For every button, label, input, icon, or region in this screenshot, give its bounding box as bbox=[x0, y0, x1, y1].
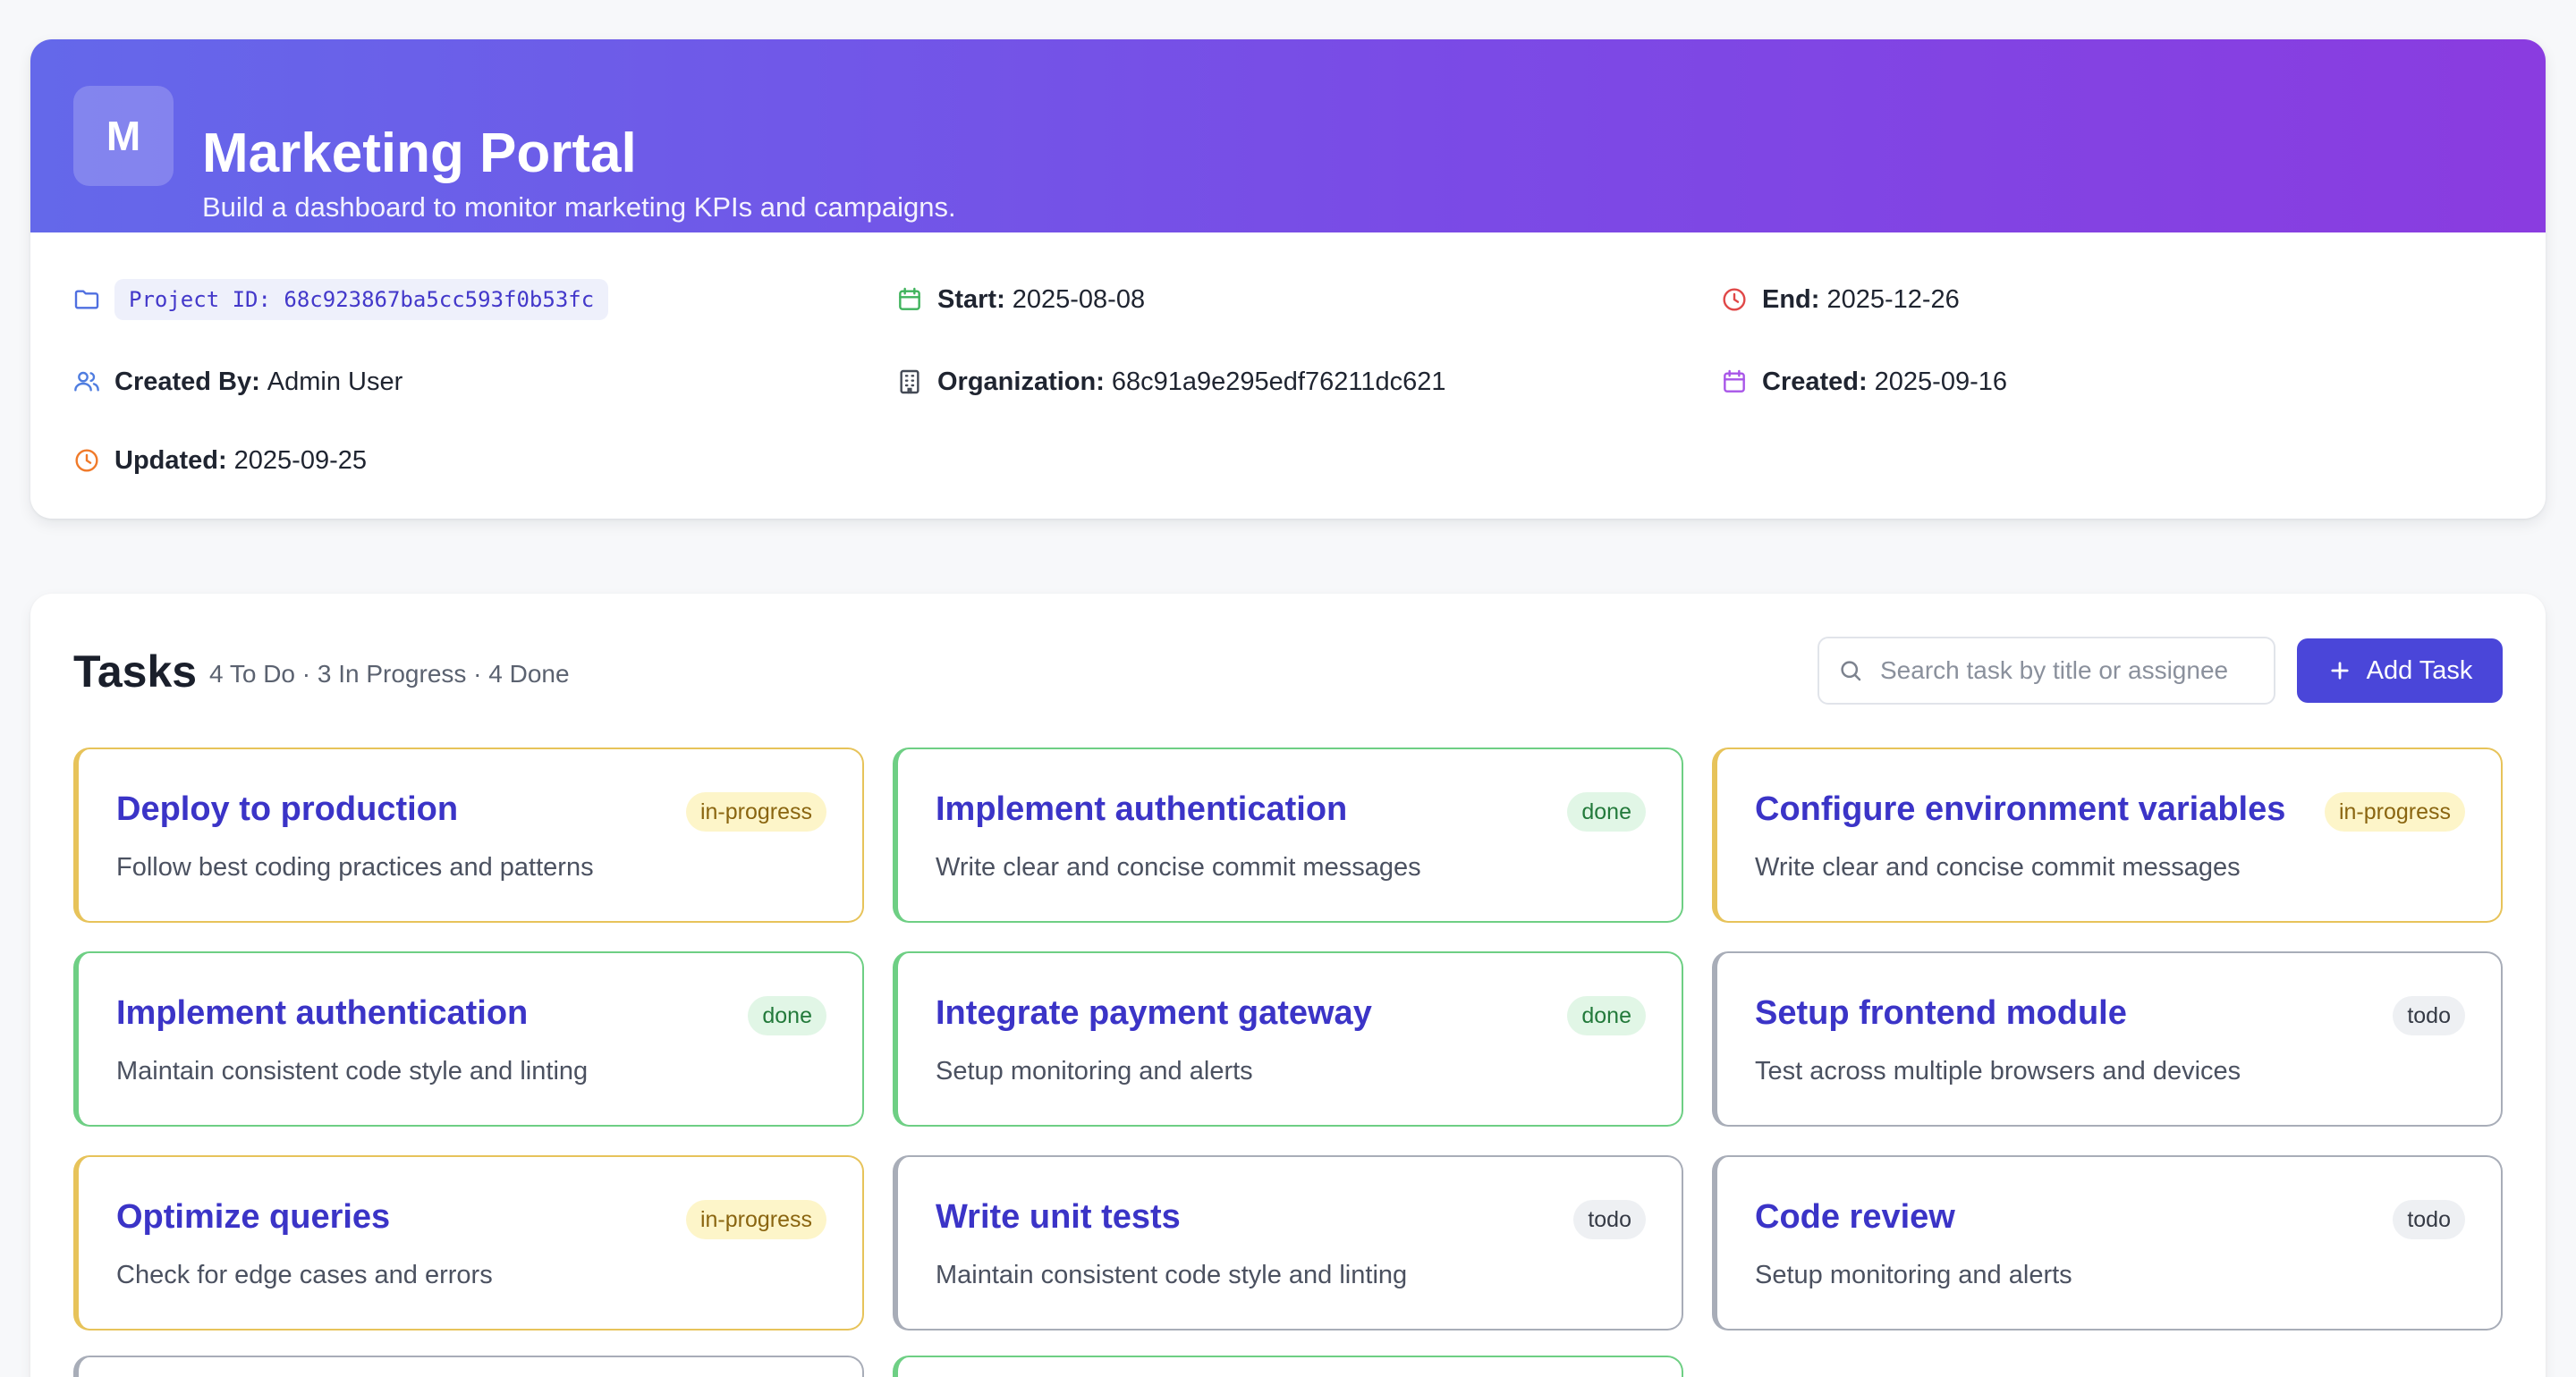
project-banner: M Marketing Portal Build a dashboard to … bbox=[30, 39, 2546, 232]
task-description: Check for edge cases and errors bbox=[116, 1261, 493, 1289]
meta-created-by: Created By: Admin User bbox=[72, 359, 402, 404]
task-status-badge: in-progress bbox=[2324, 792, 2465, 832]
task-card[interactable]: Code review Setup monitoring and alerts … bbox=[1712, 1155, 2503, 1331]
task-card[interactable]: Configure environment variables Write cl… bbox=[1712, 748, 2503, 923]
task-card[interactable]: Implement authentication Write clear and… bbox=[893, 748, 1683, 923]
meta-updated: Updated: 2025-09-25 bbox=[72, 438, 367, 483]
tasks-summary: 4 To Do · 3 In Progress · 4 Done bbox=[209, 660, 570, 688]
task-status-badge: done bbox=[748, 996, 826, 1035]
meta-created: Created: 2025-09-16 bbox=[1719, 359, 2007, 404]
task-status-badge: done bbox=[1567, 792, 1646, 832]
task-title: Optimize queries bbox=[116, 1198, 391, 1236]
meta-project-id: Project ID: 68c923867ba5cc593f0b53fc bbox=[72, 277, 609, 322]
task-title: Configure environment variables bbox=[1755, 790, 2286, 828]
task-card-partial[interactable] bbox=[73, 1356, 864, 1377]
calendar-icon bbox=[894, 284, 925, 315]
created-label: Created: bbox=[1762, 367, 1868, 396]
task-description: Setup monitoring and alerts bbox=[1755, 1261, 2072, 1289]
task-card[interactable]: Implement authentication Maintain consis… bbox=[73, 951, 864, 1127]
users-icon bbox=[72, 367, 102, 397]
clock-icon bbox=[1719, 284, 1750, 315]
task-description: Test across multiple browsers and device… bbox=[1755, 1057, 2241, 1086]
task-search[interactable] bbox=[1818, 637, 2275, 705]
meta-organization: Organization: 68c91a9e295edf76211dc621 bbox=[894, 359, 1446, 404]
task-title: Implement authentication bbox=[116, 994, 529, 1032]
updated-value: 2025-09-25 bbox=[233, 445, 368, 475]
organization-label: Organization: bbox=[937, 367, 1105, 396]
task-title: Implement authentication bbox=[936, 790, 1348, 828]
task-card[interactable]: Integrate payment gateway Setup monitori… bbox=[893, 951, 1683, 1127]
meta-start: Start: 2025-08-08 bbox=[894, 277, 1145, 322]
tasks-panel: Tasks 4 To Do · 3 In Progress · 4 Done A… bbox=[30, 594, 2546, 1377]
task-title: Deploy to production bbox=[116, 790, 459, 828]
updated-label: Updated: bbox=[114, 445, 227, 475]
folder-icon bbox=[72, 284, 102, 315]
clock-icon bbox=[72, 445, 102, 476]
task-description: Maintain consistent code style and linti… bbox=[116, 1057, 589, 1086]
task-card[interactable]: Setup frontend module Test across multip… bbox=[1712, 951, 2503, 1127]
meta-end: End: 2025-12-26 bbox=[1719, 277, 1960, 322]
end-value: 2025-12-26 bbox=[1826, 284, 1960, 314]
project-subtitle: Build a dashboard to monitor marketing K… bbox=[202, 191, 956, 223]
add-task-label: Add Task bbox=[2366, 655, 2473, 685]
task-description: Follow best coding practices and pattern… bbox=[116, 853, 594, 882]
task-status-badge: in-progress bbox=[685, 792, 826, 832]
building-icon bbox=[894, 367, 925, 397]
task-status-badge: in-progress bbox=[685, 1200, 826, 1239]
calendar-icon bbox=[1719, 367, 1750, 397]
task-title: Code review bbox=[1755, 1198, 1955, 1236]
start-label: Start: bbox=[937, 284, 1005, 314]
task-status-badge: todo bbox=[2393, 996, 2465, 1035]
created-by-value: Admin User bbox=[267, 367, 403, 396]
plus-icon bbox=[2327, 658, 2352, 683]
search-icon bbox=[1835, 655, 1866, 686]
task-description: Write clear and concise commit messages bbox=[936, 853, 1421, 882]
start-value: 2025-08-08 bbox=[1012, 284, 1146, 314]
end-label: End: bbox=[1762, 284, 1820, 314]
task-card[interactable]: Write unit tests Maintain consistent cod… bbox=[893, 1155, 1683, 1331]
task-title: Write unit tests bbox=[936, 1198, 1181, 1236]
task-title: Setup frontend module bbox=[1755, 994, 2127, 1032]
project-title: Marketing Portal bbox=[202, 122, 637, 184]
created-value: 2025-09-16 bbox=[1874, 367, 2007, 396]
project-card: M Marketing Portal Build a dashboard to … bbox=[30, 39, 2546, 519]
tasks-heading: Tasks bbox=[73, 646, 198, 697]
task-card[interactable]: Deploy to production Follow best coding … bbox=[73, 748, 864, 923]
task-card[interactable]: Optimize queries Check for edge cases an… bbox=[73, 1155, 864, 1331]
organization-value: 68c91a9e295edf76211dc621 bbox=[1111, 367, 1446, 396]
search-input[interactable] bbox=[1880, 656, 2274, 685]
task-description: Setup monitoring and alerts bbox=[936, 1057, 1253, 1086]
task-status-badge: done bbox=[1567, 996, 1646, 1035]
project-avatar: M bbox=[73, 86, 174, 186]
task-description: Maintain consistent code style and linti… bbox=[936, 1261, 1408, 1289]
task-status-badge: todo bbox=[1573, 1200, 1646, 1239]
task-card-partial[interactable] bbox=[893, 1356, 1683, 1377]
created-by-label: Created By: bbox=[114, 367, 260, 396]
task-grid: Deploy to production Follow best coding … bbox=[73, 748, 2503, 1331]
task-description: Write clear and concise commit messages bbox=[1755, 853, 2241, 882]
add-task-button[interactable]: Add Task bbox=[2297, 638, 2503, 703]
task-title: Integrate payment gateway bbox=[936, 994, 1372, 1032]
task-status-badge: todo bbox=[2393, 1200, 2465, 1239]
project-id-badge: Project ID: 68c923867ba5cc593f0b53fc bbox=[114, 279, 609, 320]
